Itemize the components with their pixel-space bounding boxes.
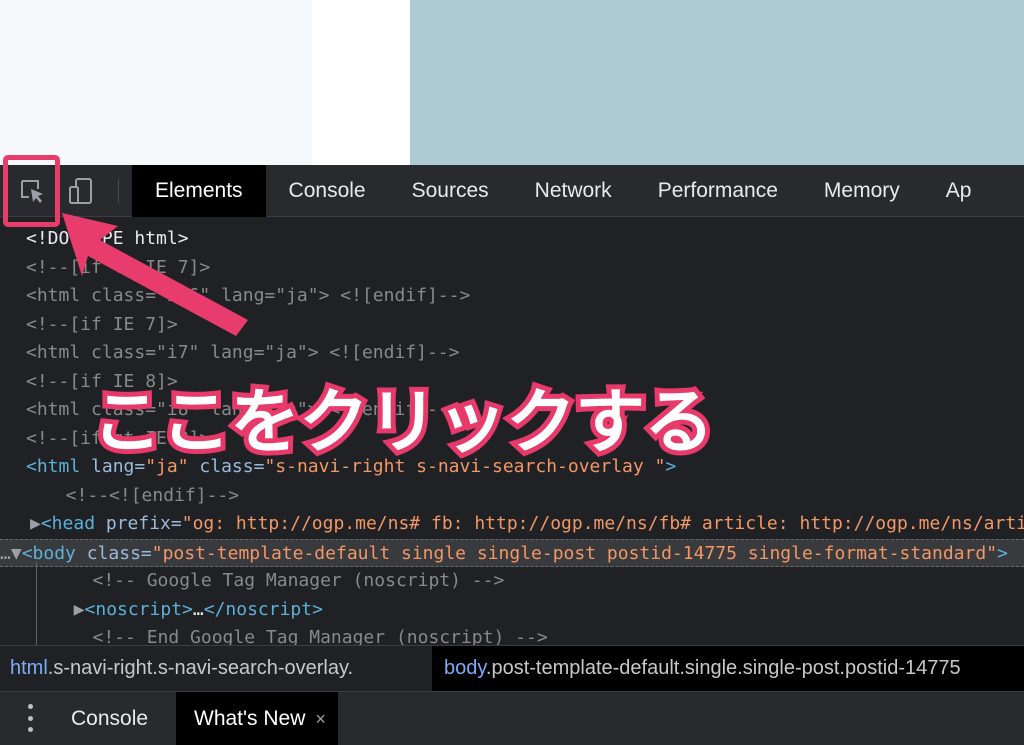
code-token: <body — [21, 542, 87, 564]
dom-node-line[interactable]: ▶<noscript>…</noscript> — [0, 596, 1024, 624]
page-viewport — [0, 0, 1024, 165]
annotation-highlight-box — [3, 155, 60, 227]
page-hero-block — [410, 0, 1024, 165]
code-token: …▼ — [0, 542, 22, 564]
tab-console[interactable]: Console — [266, 165, 389, 217]
dom-node-line[interactable]: <!DOCTYPE html> — [0, 225, 1024, 253]
code-token: … — [192, 598, 204, 620]
drawer-tab-label: What's New — [194, 707, 306, 730]
code-token: <!DOCTYPE html> — [26, 228, 189, 249]
breadcrumb-classes: .post-template-default.single.single-pos… — [485, 657, 961, 679]
more-vertical-icon[interactable] — [22, 704, 38, 732]
code-token: > — [997, 542, 1008, 564]
tab-network[interactable]: Network — [512, 165, 635, 217]
code-token: ▶ — [30, 513, 41, 534]
devtools-drawer: Console What's New × — [0, 691, 1024, 745]
drawer-tab-whats-new[interactable]: What's New × — [176, 692, 338, 745]
code-token: <head — [40, 513, 106, 534]
dom-node-line[interactable]: <!--<![endif]--> — [0, 482, 1024, 510]
breadcrumb-item-html[interactable]: html.s-navi-right.s-navi-search-overlay. — [10, 646, 353, 691]
drawer-tab-console[interactable]: Console — [71, 692, 148, 745]
dom-node-line[interactable]: <!--[if lt IE 7]> — [0, 254, 1024, 282]
tab-performance[interactable]: Performance — [635, 165, 801, 217]
tree-indent-guide — [36, 562, 37, 647]
dom-node-line[interactable]: <html class="ie6" lang="ja"> <![endif]--… — [0, 282, 1024, 310]
device-toolbar-icon[interactable] — [67, 177, 95, 205]
code-token: <!--[if lt IE 7]> — [26, 256, 211, 278]
dom-node-line[interactable]: ▶<head prefix="og: http://ogp.me/ns# fb:… — [0, 510, 1024, 538]
tab-elements[interactable]: Elements — [132, 165, 266, 217]
tab-application[interactable]: Ap — [923, 165, 995, 217]
code-token: ▶ — [52, 598, 85, 620]
code-token: "og: http://ogp.me/ns# fb: http://ogp.me… — [181, 513, 1024, 534]
devtools-tabs: Elements Console Sources Network Perform… — [132, 165, 994, 217]
code-token: "post-template-default single single-pos… — [151, 542, 998, 564]
code-token: <html — [26, 456, 92, 477]
breadcrumb-classes: .s-navi-right.s-navi-search-overlay. — [47, 657, 354, 679]
dom-node-line[interactable]: <html class="i7" lang="ja"> <![endif]--> — [0, 339, 1024, 367]
code-token: <noscript> — [84, 598, 193, 620]
breadcrumb-tag: body — [444, 657, 486, 679]
breadcrumb-tag: html — [10, 657, 48, 679]
page-left-panel — [0, 0, 312, 165]
code-token: </noscript> — [203, 598, 323, 620]
dom-node-line[interactable]: <!--[if IE 7]> — [0, 311, 1024, 339]
code-token: <html class="i7" lang="ja"> <![endif]--> — [26, 342, 460, 363]
close-icon[interactable]: × — [315, 709, 326, 729]
tab-sources[interactable]: Sources — [389, 165, 512, 217]
code-token: <!--[if IE 7]> — [26, 313, 178, 335]
dom-node-line[interactable]: <!-- Google Tag Manager (noscript) --> — [0, 567, 1024, 595]
code-token: prefix= — [105, 513, 182, 534]
breadcrumb-item-body[interactable]: body.post-template-default.single.single… — [432, 646, 1024, 691]
breadcrumb: html.s-navi-right.s-navi-search-overlay.… — [0, 645, 1024, 691]
dom-node-selected[interactable]: …▼<body class="post-template-default sin… — [0, 538, 1024, 567]
page-gap — [312, 0, 410, 165]
tab-memory[interactable]: Memory — [801, 165, 923, 217]
code-token: <html class="ie6" lang="ja"> <![endif]--… — [26, 285, 471, 306]
devtools-tabbar: Elements Console Sources Network Perform… — [0, 165, 1024, 217]
annotation-callout: ここをクリックする — [87, 376, 719, 468]
code-token: class= — [86, 542, 152, 564]
toolbar-separator — [118, 179, 119, 203]
code-token: <!--<![endif]--> — [44, 484, 240, 506]
code-token: <!-- Google Tag Manager (noscript) --> — [60, 570, 505, 591]
